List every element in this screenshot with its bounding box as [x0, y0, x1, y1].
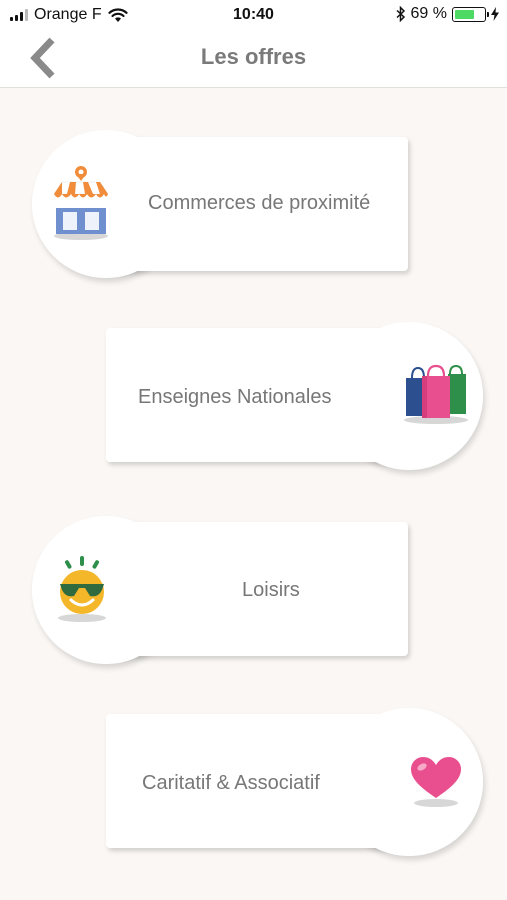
offer-label: Caritatif & Associatif: [142, 772, 320, 794]
battery-icon: [452, 6, 489, 22]
navigation-bar: Les offres: [0, 30, 507, 88]
battery-fill: [455, 9, 474, 19]
storefront-icon: [53, 166, 109, 240]
sunglasses-smiley-icon: [58, 556, 106, 622]
offer-label: Commerces de proximité: [148, 192, 371, 214]
status-right: 69 %: [396, 5, 499, 23]
offer-label: Loisirs: [242, 579, 300, 601]
heart-icon: [411, 757, 461, 807]
charging-bolt-icon: [491, 7, 499, 21]
status-bar: Orange F 10:40 69 %: [0, 0, 507, 30]
shopping-bags-icon: [404, 364, 468, 424]
offer-label: Enseignes Nationales: [138, 386, 332, 408]
page-title: Les offres: [200, 44, 307, 69]
bluetooth-icon: [396, 6, 405, 22]
battery-percent: 69 %: [410, 5, 447, 22]
